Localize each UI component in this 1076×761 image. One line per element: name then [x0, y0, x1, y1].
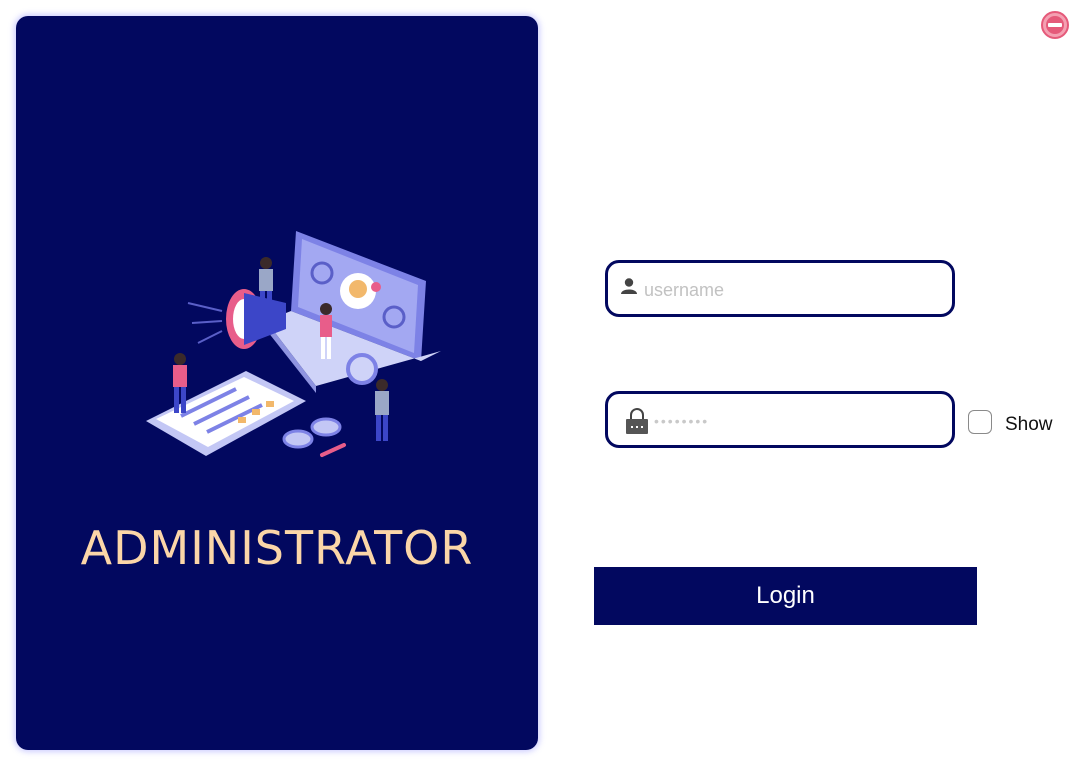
password-field[interactable]: •••••••• — [605, 391, 955, 448]
show-password-checkbox[interactable] — [968, 410, 992, 434]
panel-title: ADMINISTRATOR — [80, 521, 474, 575]
login-button[interactable]: Login — [594, 567, 977, 625]
username-field[interactable] — [605, 260, 955, 317]
branding-panel: ADMINISTRATOR — [16, 16, 538, 750]
admin-illustration — [146, 231, 441, 457]
password-input[interactable]: •••••••• — [654, 413, 709, 429]
exit-button[interactable] — [1040, 10, 1070, 40]
show-password-label[interactable]: Show — [1005, 414, 1053, 436]
username-input[interactable] — [642, 271, 946, 309]
lock-icon — [626, 408, 648, 434]
user-icon — [621, 278, 637, 294]
exit-icon — [1041, 11, 1069, 39]
